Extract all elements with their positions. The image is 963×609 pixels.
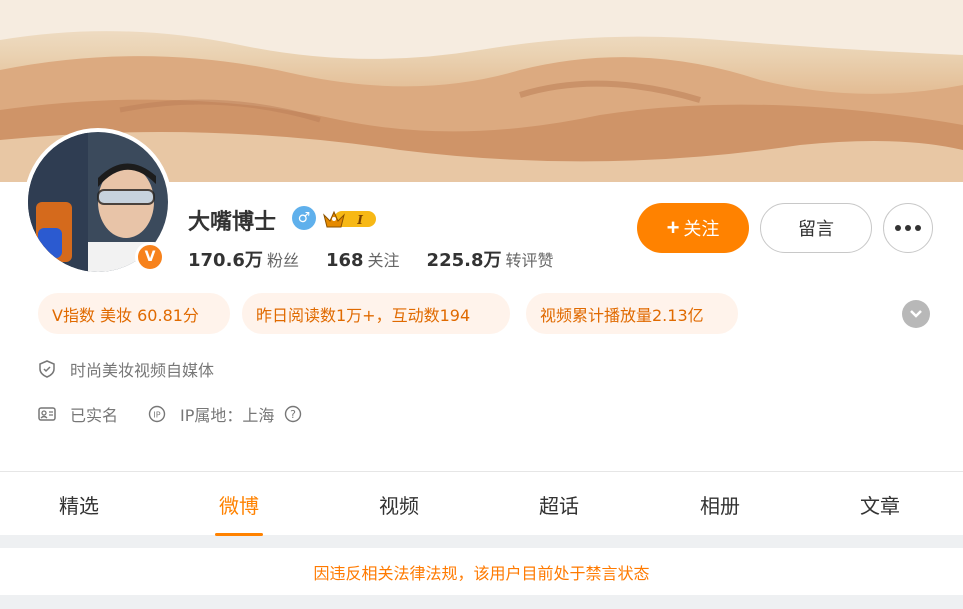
plus-icon: + [666, 215, 680, 240]
more-button[interactable] [883, 203, 933, 253]
mute-notice: 因违反相关法律法规，该用户目前处于禁言状态 [0, 548, 963, 595]
stat-number: 225.8万 [426, 250, 502, 271]
tab-albums[interactable]: 相册 [680, 472, 760, 536]
tab-featured[interactable]: 精选 [39, 472, 119, 536]
more-icon [893, 225, 923, 231]
level-text: I [356, 213, 363, 227]
tab-supertopic[interactable]: 超话 [519, 472, 599, 536]
shield-icon [38, 360, 56, 378]
stat-following[interactable]: 168 关注 [326, 247, 400, 271]
stat-label: 关注 [367, 251, 400, 270]
svg-text:IP: IP [153, 411, 160, 420]
follow-button[interactable]: + 关注 [637, 203, 749, 253]
tab-articles[interactable]: 文章 [840, 472, 920, 536]
highlight-video-plays[interactable]: 视频累计播放量2.13亿 [526, 293, 738, 334]
stats-row: 170.6万 粉丝 168 关注 225.8万 转评赞 [188, 246, 554, 272]
profile-tabs: 精选 微博 视频 超话 相册 文章 [0, 471, 963, 536]
stat-number: 168 [325, 250, 364, 271]
real-name-text: 已实名 [70, 406, 119, 425]
stat-number: 170.6万 [188, 250, 263, 271]
message-button[interactable]: 留言 [760, 203, 872, 253]
verified-badge: V [135, 242, 165, 272]
stat-followers[interactable]: 170.6万 粉丝 [188, 246, 299, 272]
description-text: 时尚美妆视频自媒体 [70, 361, 215, 380]
message-label: 留言 [798, 219, 834, 239]
svg-text:?: ? [290, 408, 296, 421]
id-card-icon [38, 405, 56, 423]
tab-weibo[interactable]: 微博 [199, 472, 279, 536]
info-description: 时尚美妆视频自媒体 [38, 357, 214, 381]
ip-location-text: IP属地：上海 [180, 406, 275, 425]
highlight-reads[interactable]: 昨日阅读数1万+，互动数194 [242, 293, 510, 334]
stat-likes: 225.8万 转评赞 [427, 246, 554, 272]
profile-name: 大嘴博士 [188, 210, 277, 235]
highlight-v-index[interactable]: V指数 美妆 60.81分 [38, 293, 230, 334]
tab-videos[interactable]: 视频 [359, 472, 439, 536]
stat-label: 转评赞 [505, 251, 554, 270]
help-icon[interactable]: ? [284, 405, 302, 423]
ip-icon: IP [148, 405, 166, 423]
info-row-identity: 已实名 IP IP属地：上海 ? [38, 402, 316, 426]
stat-label: 粉丝 [266, 251, 299, 270]
male-icon: ♂ [292, 206, 316, 230]
follow-label: 关注 [683, 219, 720, 239]
chevron-down-icon[interactable] [902, 300, 930, 328]
crown-icon[interactable]: I [322, 207, 378, 235]
